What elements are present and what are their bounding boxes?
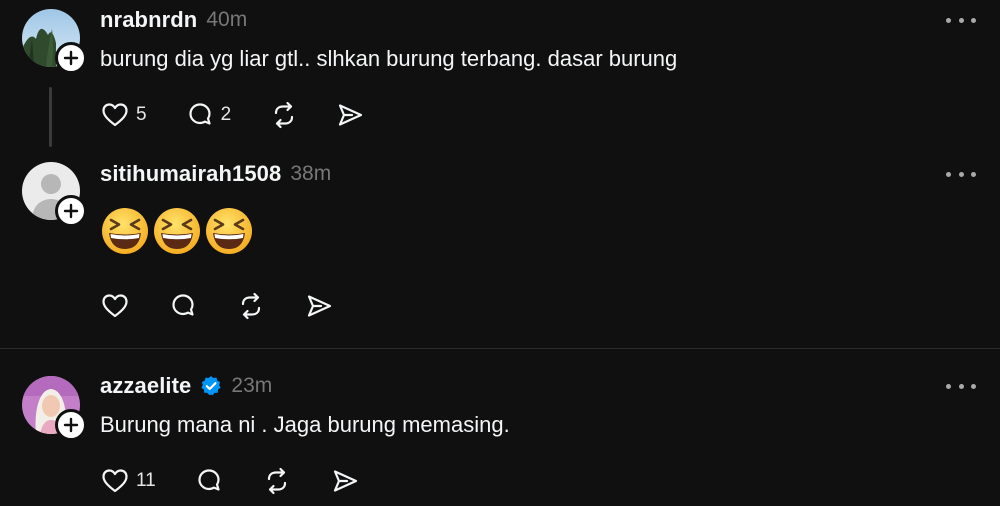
follow-button[interactable] [55,195,87,227]
grinning-squinting-face-emoji [154,208,200,254]
reply-button[interactable]: 2 [185,99,232,131]
action-bar: 11 [100,465,360,497]
username[interactable]: sitihumairah1508 [100,161,281,187]
reply-count: 2 [220,104,232,125]
plus-icon [63,203,79,219]
repost-icon [267,467,286,495]
repost-button[interactable] [262,465,292,497]
like-button[interactable] [100,290,130,322]
more-icon [946,17,951,23]
comment-icon [172,294,194,316]
more-options-button[interactable] [946,169,976,179]
post-text: Burung mana ni . Jaga burung memasing. [100,412,510,437]
grinning-squinting-face-emoji [102,208,148,254]
avatar-wrap[interactable] [22,9,87,74]
share-icon [307,295,332,317]
repost-button[interactable] [236,290,266,322]
thread-line [49,87,52,147]
reply-button[interactable] [194,465,224,497]
heart-icon [102,294,128,318]
like-button[interactable]: 11 [100,465,156,497]
plus-icon [63,50,79,66]
action-bar [100,290,334,322]
avatar-wrap[interactable] [22,162,87,227]
like-count: 5 [136,104,147,125]
username[interactable]: azzaelite [100,373,191,399]
username[interactable]: nrabnrdn [100,7,197,33]
more-options-button[interactable] [946,15,976,25]
timestamp: 38m [290,162,332,185]
divider [0,348,1000,349]
share-icon [339,104,363,126]
more-icon [946,383,951,389]
repost-icon [275,101,294,129]
follow-button[interactable] [55,42,87,74]
avatar-wrap[interactable] [22,376,87,441]
comment-icon [188,103,211,125]
verified-badge-icon [200,375,222,397]
comment-icon [198,469,220,491]
timestamp: 40m [206,8,248,31]
emoji-row [100,206,254,256]
action-bar: 5 2 [100,99,365,131]
follow-button[interactable] [55,409,87,441]
more-options-button[interactable] [946,381,976,391]
like-count: 11 [136,470,156,491]
reply-button[interactable] [168,290,198,322]
post-header: azzaelite 23m [100,371,272,401]
timestamp: 23m [231,374,273,397]
share-button[interactable] [304,290,334,322]
share-button[interactable] [335,99,365,131]
more-icon [946,171,951,177]
repost-icon [241,292,261,320]
threads-feed: nrabnrdn 40m burung dia yg liar gtl.. sl… [0,0,1000,506]
share-button[interactable] [330,465,360,497]
heart-icon [102,469,128,493]
like-button[interactable]: 5 [100,99,147,131]
share-icon [333,470,357,492]
repost-button[interactable] [269,99,299,131]
post-text: burung dia yg liar gtl.. slhkan burung t… [100,46,678,71]
post-header: sitihumairah1508 38m [100,159,331,189]
grinning-squinting-face-emoji [206,208,252,254]
post-header: nrabnrdn 40m [100,5,247,35]
heart-icon [102,103,128,127]
plus-icon [63,417,79,433]
